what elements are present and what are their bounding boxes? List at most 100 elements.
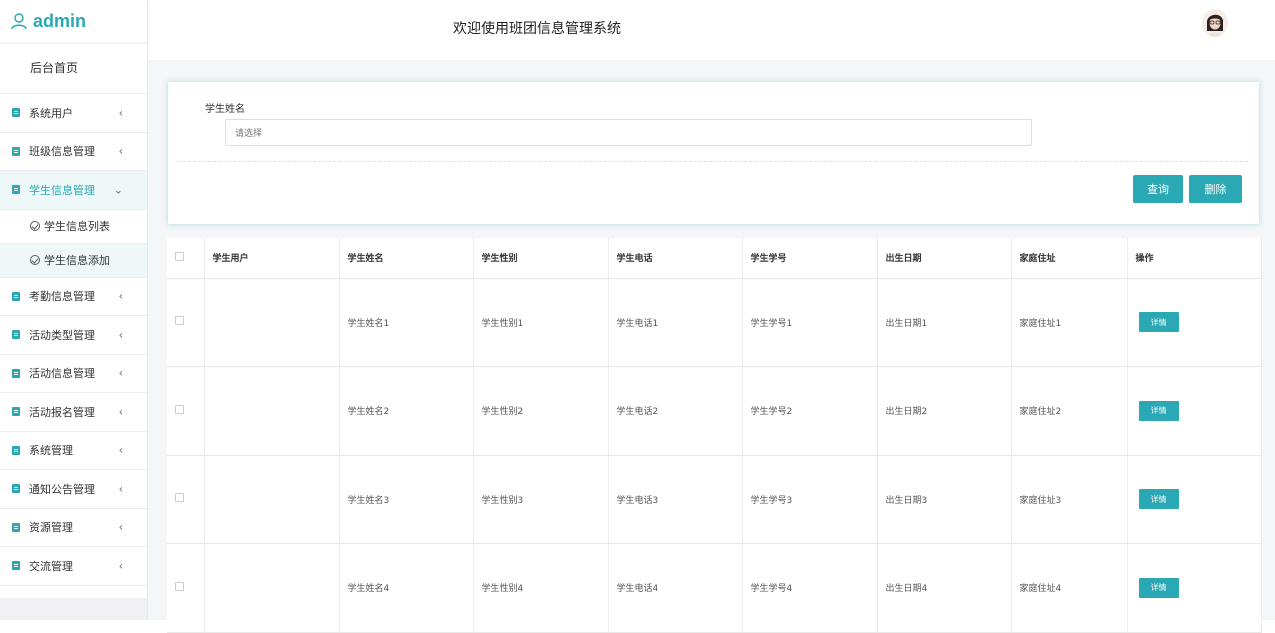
- sidebar-item[interactable]: 通知公告管理 ‹: [0, 470, 147, 509]
- chevron-down-icon: ⌄: [113, 183, 123, 197]
- sidebar-subitem[interactable]: 学生信息添加: [0, 243, 147, 278]
- chevron-left-icon: ‹: [118, 289, 123, 303]
- document-icon: [12, 330, 20, 340]
- table-cell: 学生姓名4: [339, 543, 474, 633]
- check-circle-icon: [30, 255, 40, 265]
- sidebar-item[interactable]: 活动信息管理 ‹: [0, 355, 147, 393]
- detail-button[interactable]: 详情: [1138, 312, 1179, 333]
- table-cell: 学生学号1: [742, 278, 878, 367]
- column-header: 出生日期: [877, 238, 1012, 279]
- user-icon: [11, 13, 27, 30]
- detail-button[interactable]: 详情: [1138, 489, 1179, 510]
- sidebar-subitem[interactable]: 学生信息列表: [0, 210, 147, 244]
- table-cell: 出生日期2: [877, 366, 1012, 456]
- select-all-checkbox[interactable]: [167, 238, 205, 279]
- table-cell: 家庭住址4: [1011, 543, 1128, 633]
- header: 欢迎使用班团信息管理系统: [148, 0, 1275, 60]
- brand: admin: [0, 0, 147, 42]
- detail-button[interactable]: 详情: [1138, 400, 1179, 421]
- document-icon: [12, 108, 20, 118]
- column-header: 学生用户: [204, 238, 340, 279]
- chevron-left-icon: ‹: [118, 405, 123, 419]
- sidebar: admin 后台首页 系统用户 ‹ 班级信息管理 ‹ 学生信息管理 ⌄ 学生信息列表 学生信息…: [0, 0, 148, 620]
- check-circle-icon: [30, 221, 40, 231]
- chevron-left-icon: ‹: [118, 520, 123, 534]
- sidebar-item-label: 活动报名管理: [29, 405, 95, 419]
- brand-name: admin: [33, 10, 87, 31]
- sidebar-item-label: 班级信息管理: [29, 145, 95, 159]
- action-cell: 详情: [1127, 543, 1262, 633]
- column-header: 学生性别: [473, 238, 609, 279]
- action-cell: 详情: [1127, 455, 1262, 544]
- page-title: 欢迎使用班团信息管理系统: [453, 21, 621, 37]
- row-checkbox[interactable]: [167, 278, 205, 367]
- table-cell: 学生电话4: [608, 543, 743, 633]
- sidebar-subitem-label: 学生信息列表: [44, 220, 110, 233]
- table-cell: 出生日期4: [877, 543, 1012, 633]
- column-header: 学生学号: [742, 238, 878, 279]
- table-cell: 学生性别1: [473, 278, 609, 367]
- search-card: 学生姓名 查询 删除: [168, 82, 1259, 224]
- table-cell: 学生电话3: [608, 455, 743, 544]
- sidebar-subitem-label: 学生信息添加: [44, 254, 110, 267]
- table-cell: [204, 366, 340, 456]
- divider: [178, 161, 1248, 162]
- table-cell: 出生日期1: [877, 278, 1012, 367]
- sidebar-item[interactable]: 系统用户 ‹: [0, 94, 147, 133]
- sidebar-item[interactable]: 交流管理 ‹: [0, 547, 147, 586]
- table-cell: 家庭住址2: [1011, 366, 1128, 456]
- table-cell: 学生性别3: [473, 455, 609, 544]
- document-icon: [12, 368, 20, 378]
- chevron-left-icon: ‹: [118, 106, 123, 120]
- delete-button[interactable]: 删除: [1189, 175, 1242, 203]
- query-button[interactable]: 查询: [1133, 175, 1183, 203]
- chevron-left-icon: ‹: [118, 482, 123, 496]
- sidebar-item[interactable]: 学生信息管理 ⌄: [0, 171, 147, 210]
- table-cell: 学生学号4: [742, 543, 878, 633]
- sidebar-item-label: 通知公告管理: [29, 482, 95, 496]
- table-cell: 学生学号2: [742, 366, 878, 456]
- avatar[interactable]: [1202, 9, 1228, 37]
- document-icon: [12, 407, 20, 417]
- sidebar-item[interactable]: 活动报名管理 ‹: [0, 393, 147, 432]
- sidebar-item[interactable]: 活动类型管理 ‹: [0, 316, 147, 355]
- sidebar-footer: [0, 598, 147, 620]
- table-cell: [204, 543, 340, 633]
- table-cell: 出生日期3: [877, 455, 1012, 544]
- table-row: 学生姓名2 学生性别2 学生电话2 学生学号2 出生日期2 家庭住址2 详情: [167, 366, 1262, 456]
- action-cell: 详情: [1127, 366, 1262, 456]
- chevron-left-icon: ‹: [118, 443, 123, 457]
- document-icon: [12, 522, 20, 532]
- sidebar-item-label: 系统用户: [29, 106, 73, 120]
- row-checkbox[interactable]: [167, 366, 205, 456]
- row-checkbox[interactable]: [167, 455, 205, 544]
- sidebar-item-label: 学生信息管理: [29, 183, 95, 197]
- row-checkbox[interactable]: [167, 543, 205, 633]
- table-header: 学生用户 学生姓名 学生性别 学生电话 学生学号 出生日期 家庭住址 操作: [167, 238, 1262, 279]
- sidebar-item-label: 交流管理: [29, 559, 73, 573]
- sidebar-item[interactable]: 系统管理 ‹: [0, 432, 147, 470]
- sidebar-item[interactable]: 班级信息管理 ‹: [0, 133, 147, 171]
- table-row: 学生姓名4 学生性别4 学生电话4 学生学号4 出生日期4 家庭住址4 详情: [167, 543, 1262, 633]
- document-icon: [12, 561, 20, 571]
- chevron-left-icon: ‹: [118, 144, 123, 158]
- document-icon: [12, 185, 20, 195]
- column-header: 学生姓名: [339, 238, 474, 279]
- table-cell: 学生性别2: [473, 366, 609, 456]
- sidebar-item-home[interactable]: 后台首页: [0, 42, 147, 94]
- table-cell: 学生学号3: [742, 455, 878, 544]
- sidebar-item-label: 资源管理: [29, 521, 73, 535]
- table-cell: [204, 455, 340, 544]
- table-cell: 学生电话2: [608, 366, 743, 456]
- document-icon: [12, 445, 20, 455]
- student-name-select[interactable]: [225, 119, 1032, 146]
- chevron-left-icon: ‹: [118, 328, 123, 342]
- sidebar-menu: 系统用户 ‹ 班级信息管理 ‹ 学生信息管理 ⌄ 学生信息列表 学生信息添加 考勤信息管理 ‹ 活动…: [0, 94, 147, 586]
- table-cell: 家庭住址1: [1011, 278, 1128, 367]
- table-cell: 学生电话1: [608, 278, 743, 367]
- detail-button[interactable]: 详情: [1138, 577, 1179, 598]
- sidebar-item-label: 活动类型管理: [29, 328, 95, 342]
- sidebar-item[interactable]: 资源管理 ‹: [0, 509, 147, 547]
- column-header: 学生电话: [608, 238, 743, 279]
- sidebar-item[interactable]: 考勤信息管理 ‹: [0, 278, 147, 316]
